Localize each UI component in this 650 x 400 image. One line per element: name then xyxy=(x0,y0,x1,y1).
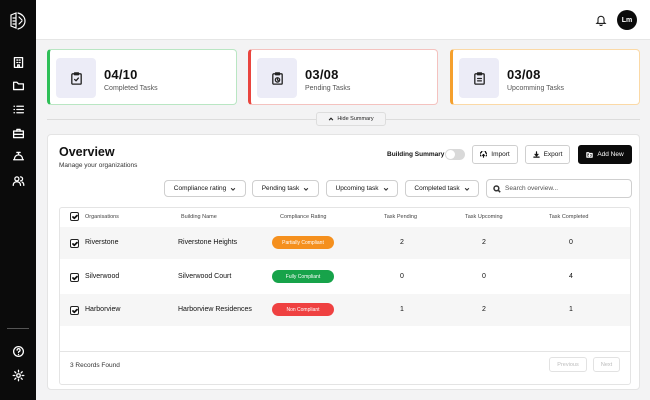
table-row[interactable]: Riverstone Riverstone Heights Partially … xyxy=(60,227,630,259)
export-button[interactable]: Export xyxy=(525,145,570,164)
pending-cell: 0 xyxy=(400,273,404,280)
filter-label: Completed task xyxy=(414,185,460,192)
table-row[interactable]: Silverwood Silverwood Court Fully Compli… xyxy=(60,261,630,293)
chevron-down-icon xyxy=(304,187,309,191)
building-cell: Silverwood Court xyxy=(178,273,232,280)
filter-pending-task[interactable]: Pending task xyxy=(252,180,319,197)
summary-label: Upcomming Tasks xyxy=(507,85,565,92)
settings-icon[interactable] xyxy=(10,367,26,383)
status-badge: Fully Compliant xyxy=(272,270,334,283)
filter-completed-task[interactable]: Completed task xyxy=(405,180,479,197)
column-header: Task Pending xyxy=(384,214,418,220)
table-header: Organisations Building Name Compliance R… xyxy=(60,208,632,226)
organisations-table: Organisations Building Name Compliance R… xyxy=(59,207,631,385)
row-checkbox[interactable] xyxy=(70,273,79,282)
building-icon[interactable] xyxy=(10,54,26,70)
completed-cell: 4 xyxy=(569,273,573,280)
select-all-checkbox[interactable] xyxy=(70,212,79,221)
completed-cell: 0 xyxy=(569,239,573,246)
hide-summary-label: Hide Summary xyxy=(337,116,374,122)
check-icon xyxy=(71,241,78,246)
filter-upcoming-task[interactable]: Upcoming task xyxy=(326,180,398,197)
clipboard-icon xyxy=(459,58,499,98)
check-icon xyxy=(71,214,78,219)
building-cell: Riverstone Heights xyxy=(178,239,238,246)
check-icon xyxy=(71,308,78,313)
logo-icon xyxy=(10,12,26,30)
notification-bell-icon[interactable] xyxy=(592,11,610,29)
summary-value: 03/08 xyxy=(305,67,339,82)
table-footer-divider xyxy=(60,351,630,352)
import-icon xyxy=(480,151,488,158)
search-input[interactable] xyxy=(505,182,625,195)
completed-cell: 1 xyxy=(569,306,573,313)
status-badge: Partially Compliant xyxy=(272,236,334,249)
check-icon xyxy=(71,275,78,280)
list-icon[interactable] xyxy=(10,101,26,117)
hide-summary-button[interactable]: Hide Summary xyxy=(316,112,386,126)
upcoming-cell: 2 xyxy=(482,306,486,313)
column-header: Task Completed xyxy=(549,214,589,220)
top-header: Lm xyxy=(36,0,650,40)
add-new-button[interactable]: Add New xyxy=(578,145,632,164)
building-summary-label: Building Summary xyxy=(387,151,445,158)
column-header: Compliance Rating xyxy=(280,214,327,220)
summary-label: Pending Tasks xyxy=(305,85,351,92)
users-icon[interactable] xyxy=(10,172,26,188)
overview-panel: Overview Manage your organizations Build… xyxy=(47,134,640,390)
export-label: Export xyxy=(543,151,563,158)
pending-cell: 1 xyxy=(400,306,404,313)
row-checkbox[interactable] xyxy=(70,239,79,248)
briefcase-icon[interactable] xyxy=(10,125,26,141)
chevron-down-icon xyxy=(383,187,388,191)
summary-label: Completed Tasks xyxy=(104,85,158,92)
row-checkbox[interactable] xyxy=(70,306,79,315)
page-subtitle: Manage your organizations xyxy=(59,162,138,169)
add-new-label: Add New xyxy=(597,151,624,158)
sidebar-divider xyxy=(7,328,29,329)
status-badge: Non Compliant xyxy=(272,303,334,316)
next-page-button[interactable]: Next xyxy=(593,357,620,372)
search-box xyxy=(486,179,632,198)
summary-value: 03/08 xyxy=(507,67,541,82)
records-count: 3 Records Found xyxy=(70,362,120,369)
summary-card-pending: 03/08 Pending Tasks xyxy=(248,49,438,105)
chevron-down-icon xyxy=(230,187,236,191)
sidebar xyxy=(0,0,36,400)
search-icon xyxy=(493,185,501,193)
summary-value: 04/10 xyxy=(104,67,138,82)
filter-compliance-rating[interactable]: Compliance rating xyxy=(164,180,246,197)
add-folder-icon xyxy=(586,152,594,158)
pending-cell: 2 xyxy=(400,239,404,246)
clipboard-clock-icon xyxy=(257,58,297,98)
previous-page-button[interactable]: Previous xyxy=(549,357,587,372)
column-header: Task Upcoming xyxy=(465,214,503,220)
filter-label: Compliance rating xyxy=(173,185,227,192)
filter-label: Upcoming task xyxy=(335,185,379,192)
table-row[interactable]: Harborview Harborview Residences Non Com… xyxy=(60,294,630,326)
download-icon xyxy=(532,151,540,158)
building-summary-toggle[interactable] xyxy=(445,149,465,160)
clipboard-check-icon xyxy=(56,58,96,98)
import-label: Import xyxy=(491,151,510,158)
organisation-cell: Harborview xyxy=(85,306,121,313)
column-header: Organisations xyxy=(85,214,119,220)
organisation-cell: Silverwood xyxy=(85,273,120,280)
column-header: Building Name xyxy=(181,214,217,220)
organisation-cell: Riverstone xyxy=(85,239,119,246)
page-title: Overview xyxy=(59,145,115,159)
summary-card-completed: 04/10 Completed Tasks xyxy=(47,49,237,105)
building-cell: Harborview Residences xyxy=(178,306,252,313)
filter-label: Pending task xyxy=(261,185,300,192)
chevron-down-icon xyxy=(464,187,469,191)
upcoming-cell: 0 xyxy=(482,273,486,280)
summary-card-upcoming: 03/08 Upcomming Tasks xyxy=(450,49,640,105)
help-icon[interactable] xyxy=(10,343,26,359)
avatar[interactable]: Lm xyxy=(617,10,637,30)
upcoming-cell: 2 xyxy=(482,239,486,246)
import-button[interactable]: Import xyxy=(472,145,518,164)
chevron-up-icon xyxy=(329,117,334,121)
folder-icon[interactable] xyxy=(10,77,26,93)
service-bell-icon[interactable] xyxy=(10,148,26,164)
